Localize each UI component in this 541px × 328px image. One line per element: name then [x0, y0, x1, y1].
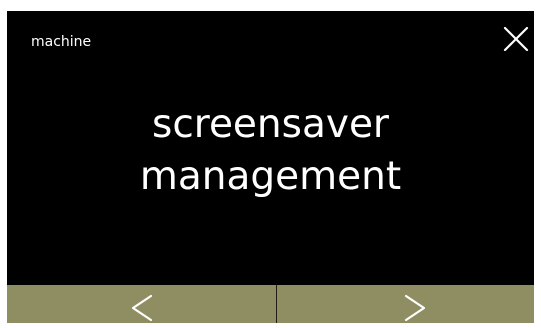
previous-button[interactable] [7, 285, 276, 323]
page-title-line-2: management [139, 154, 402, 199]
close-icon [503, 26, 529, 52]
chevron-left-icon [131, 294, 153, 322]
breadcrumb: machine [31, 34, 92, 50]
page-title: screensaver management [7, 99, 534, 203]
chevron-right-icon [404, 294, 426, 322]
close-button[interactable] [502, 25, 530, 53]
screen: machine screensaver management [7, 11, 534, 323]
page-title-line-1: screensaver [152, 102, 389, 147]
next-button[interactable] [277, 285, 534, 323]
navigation-bar [7, 285, 534, 323]
